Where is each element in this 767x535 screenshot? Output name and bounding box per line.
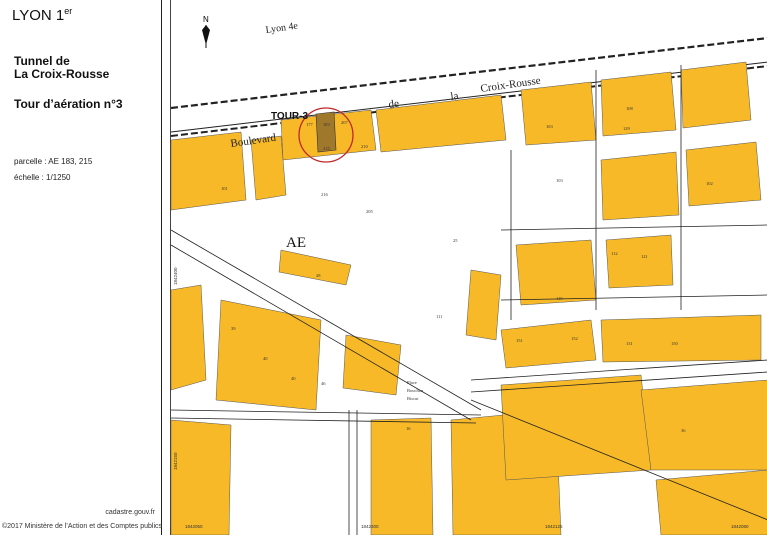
info-panel: LYON 1er Tunnel de La Croix-Rousse Tour …	[0, 0, 162, 535]
svg-text:102: 102	[706, 181, 713, 186]
square-label-3: Biscui	[407, 396, 419, 401]
svg-text:46: 46	[321, 381, 326, 386]
project-line-2: La Croix-Rousse	[14, 67, 110, 81]
svg-text:151: 151	[516, 338, 523, 343]
section-label: AE	[286, 235, 306, 251]
svg-text:150: 150	[671, 341, 679, 346]
svg-text:215: 215	[323, 146, 331, 151]
svg-text:111: 111	[436, 314, 442, 319]
svg-text:131: 131	[626, 341, 633, 346]
svg-text:1842150: 1842150	[173, 452, 178, 470]
district-label: Lyon 4e	[265, 20, 299, 35]
svg-text:152: 152	[571, 336, 578, 341]
svg-text:108: 108	[626, 106, 634, 111]
svg-text:1842300: 1842300	[361, 524, 379, 529]
compass-icon: N	[202, 15, 210, 48]
svg-text:40: 40	[263, 356, 268, 361]
svg-text:16: 16	[406, 426, 411, 431]
svg-text:177: 177	[306, 122, 314, 127]
svg-text:183: 183	[323, 122, 331, 127]
svg-text:1842400: 1842400	[173, 267, 178, 285]
buildings-north-strip	[171, 61, 762, 306]
svg-text:36: 36	[681, 428, 686, 433]
svg-text:216: 216	[321, 192, 329, 197]
parcel-ref: parcelle : AE 183, 215	[14, 157, 93, 166]
svg-text:210: 210	[361, 144, 369, 149]
svg-text:129: 129	[623, 126, 631, 131]
svg-text:163: 163	[546, 124, 554, 129]
svg-text:25: 25	[453, 238, 458, 243]
street-label-la: la	[450, 90, 460, 103]
copyright-text: ©2017 Ministère de l’Action et des Compt…	[2, 523, 163, 530]
subject-title: Tour d’aération n°3	[14, 97, 123, 111]
svg-text:1842050: 1842050	[185, 524, 203, 529]
svg-text:1842080: 1842080	[731, 524, 749, 529]
cadastral-map[interactable]: Boulevard de la Croix-Rousse Lyon 4e TOU…	[170, 0, 767, 535]
svg-text:207: 207	[341, 120, 349, 125]
project-line-1: Tunnel de	[14, 54, 70, 68]
svg-text:28: 28	[316, 273, 321, 278]
square-label-2: Bouchon	[407, 388, 424, 393]
tour-label: TOUR-3	[271, 111, 308, 122]
svg-text:119: 119	[556, 296, 563, 301]
svg-text:40: 40	[291, 376, 296, 381]
svg-text:N: N	[203, 15, 209, 24]
svg-text:101: 101	[221, 186, 228, 191]
city-title: LYON 1er	[12, 6, 73, 24]
map-sheet: LYON 1er Tunnel de La Croix-Rousse Tour …	[0, 0, 767, 535]
map-canvas: Boulevard de la Croix-Rousse Lyon 4e TOU…	[171, 15, 767, 535]
svg-text:39: 39	[231, 326, 236, 331]
scale-ref: échelle : 1/1250	[14, 173, 71, 182]
svg-text:1842125: 1842125	[545, 524, 563, 529]
street-label-de: de	[388, 98, 400, 111]
svg-text:103: 103	[556, 178, 564, 183]
buildings-south	[171, 249, 767, 535]
source-link[interactable]: cadastre.gouv.fr	[105, 509, 155, 516]
svg-text:112: 112	[611, 251, 618, 256]
square-label-1: Place	[407, 380, 417, 385]
svg-text:205: 205	[366, 209, 374, 214]
svg-text:121: 121	[641, 254, 648, 259]
